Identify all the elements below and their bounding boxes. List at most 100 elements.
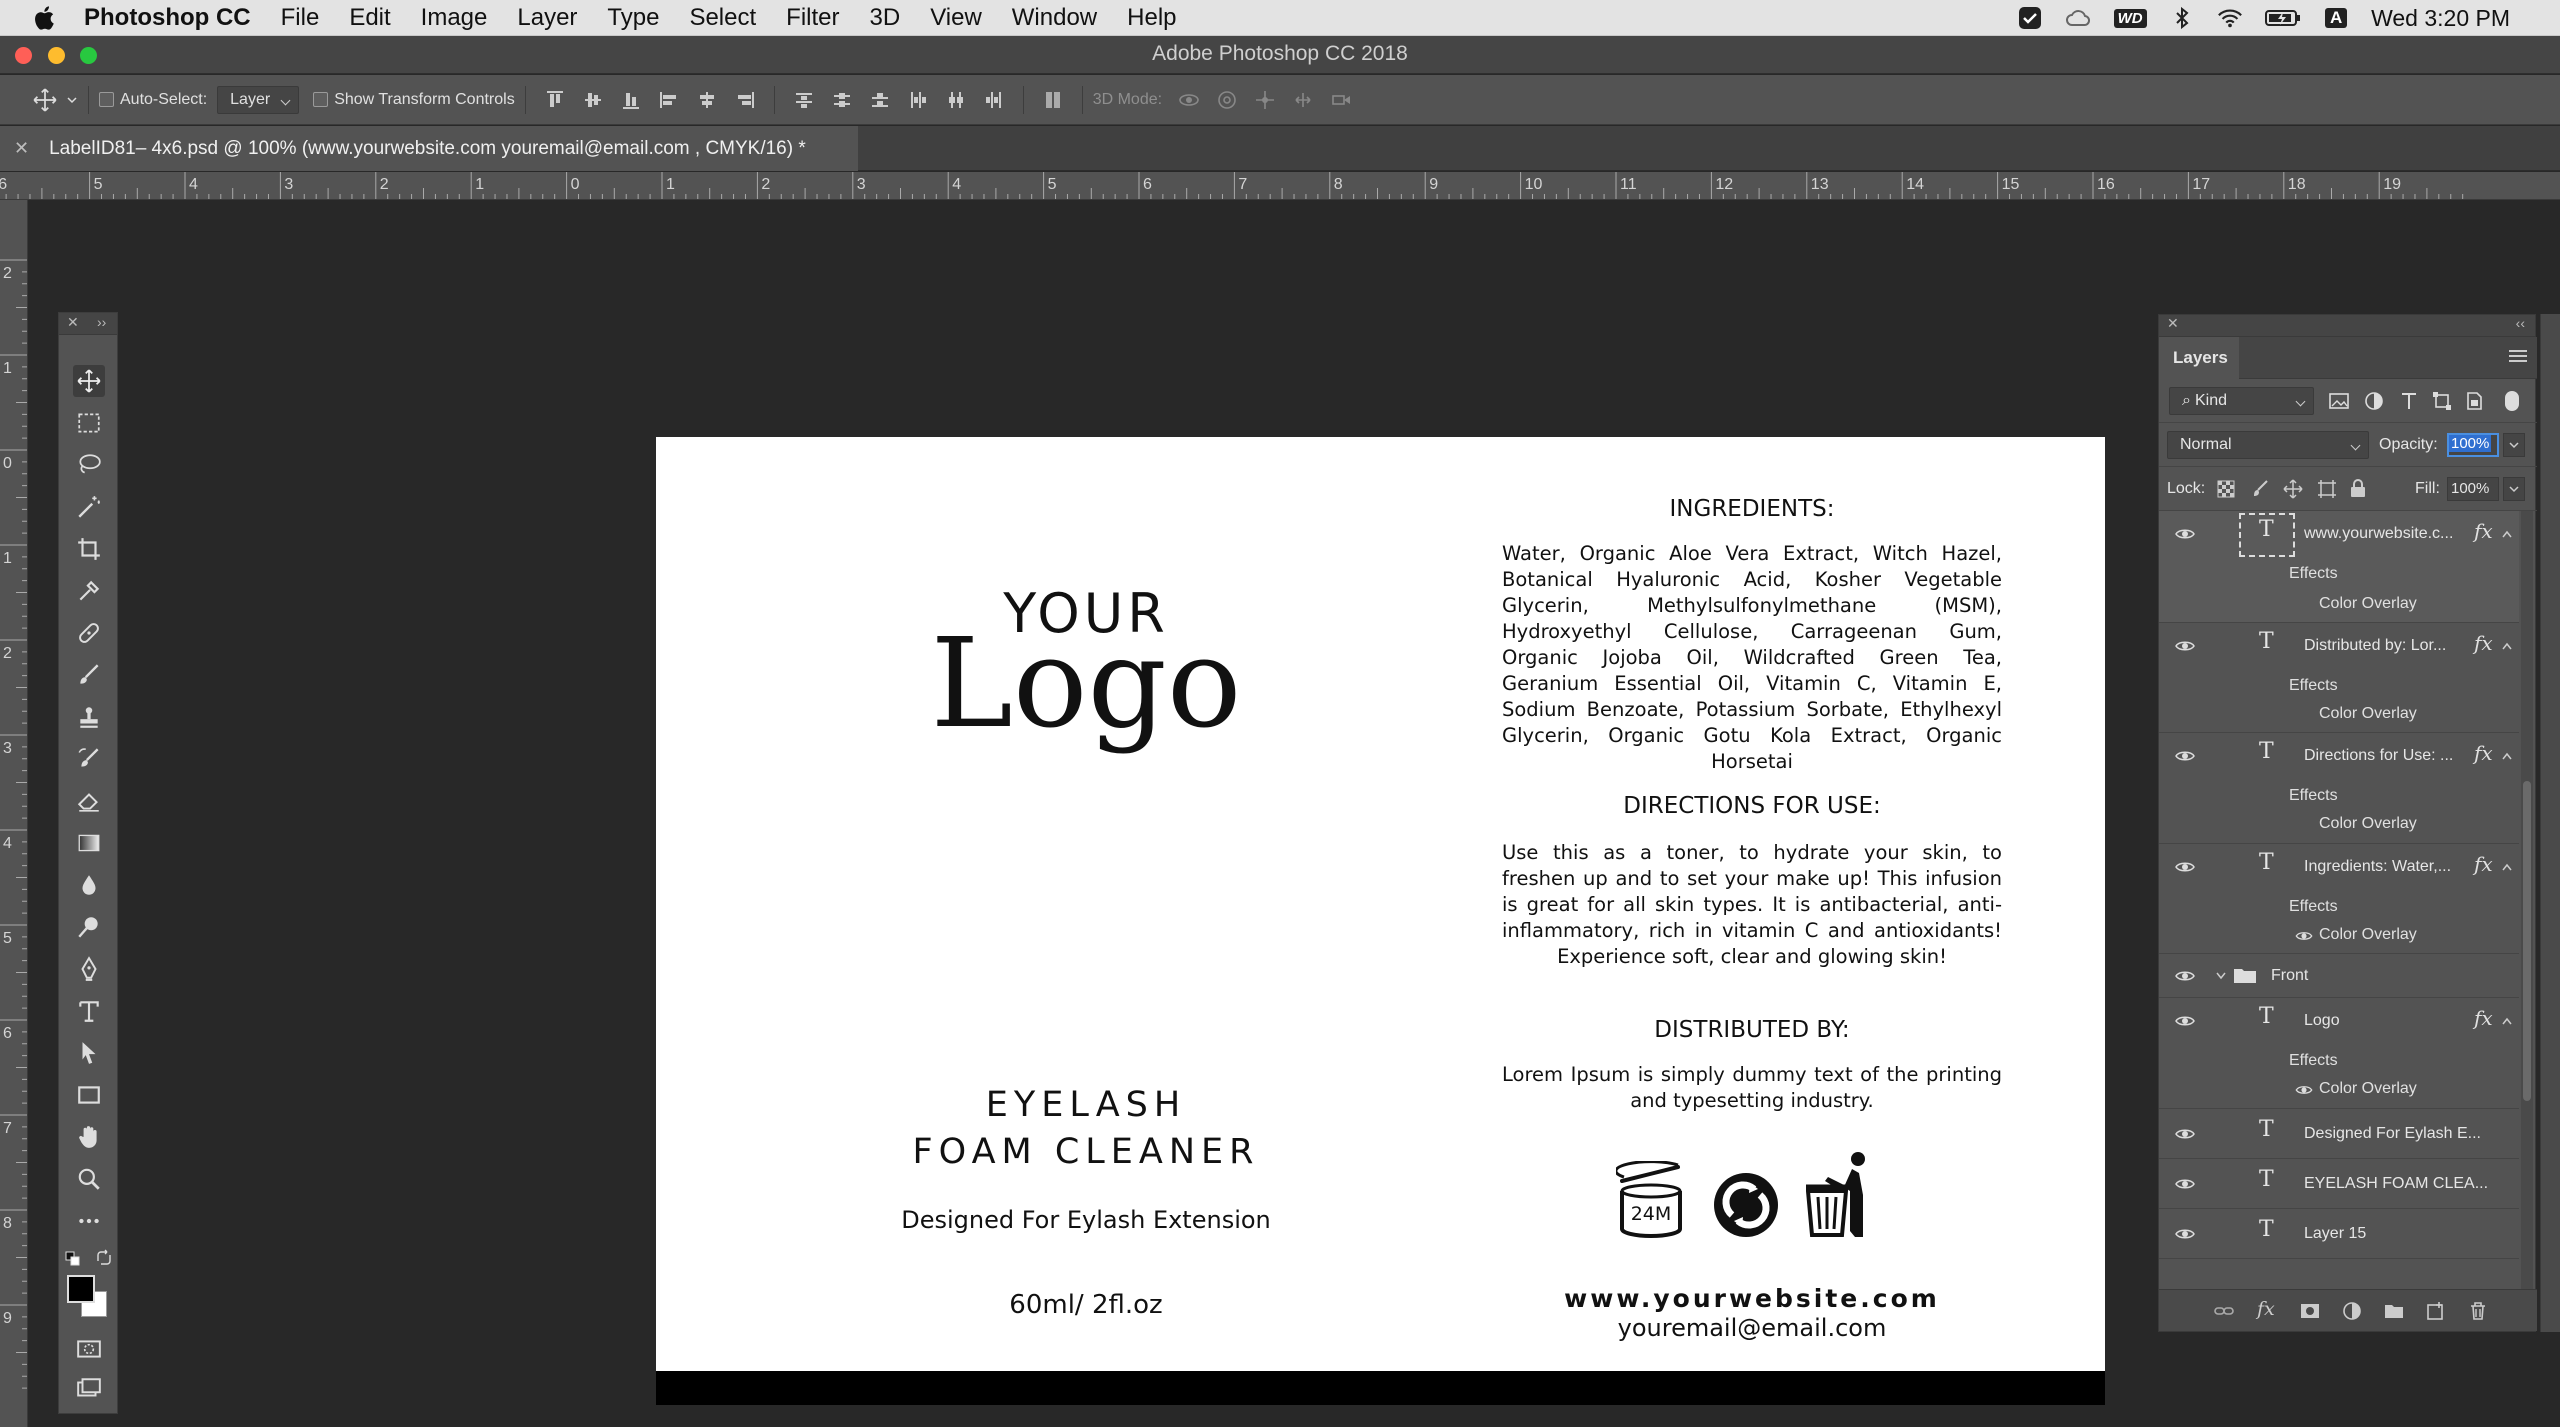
healing-brush-tool[interactable] [73, 617, 105, 649]
layer-fx-badge[interactable]: fx [2474, 631, 2493, 655]
menu-3d[interactable]: 3D [870, 4, 901, 32]
crop-tool[interactable] [73, 533, 105, 565]
layer-row[interactable]: T www.yourwebsite.c... fx Effects Color … [2159, 511, 2519, 623]
3d-roll-icon[interactable] [1216, 89, 1238, 111]
panel-menu-icon[interactable] [2509, 349, 2527, 368]
3d-orbit-icon[interactable] [1178, 89, 1200, 111]
move-tool[interactable] [73, 365, 105, 397]
eraser-tool[interactable] [73, 785, 105, 817]
menu-app-name[interactable]: Photoshop CC [84, 4, 251, 32]
expand-effects-icon[interactable] [2501, 641, 2513, 651]
lasso-tool[interactable] [73, 449, 105, 481]
fill-dropdown-arrow[interactable] [2503, 477, 2525, 501]
menu-window[interactable]: Window [1012, 4, 1097, 32]
visibility-eye-icon[interactable] [2175, 749, 2195, 763]
collapse-panel-icon[interactable]: ›› [97, 314, 106, 330]
vertical-ruler[interactable]: 2 1 0 1 2 3 4 5 6 7 8 9 [0, 200, 28, 1427]
eyedropper-tool[interactable] [73, 575, 105, 607]
opacity-input[interactable]: 100% [2447, 433, 2499, 457]
layer-fx-badge[interactable]: fx [2474, 741, 2493, 765]
lock-all-icon[interactable] [2349, 478, 2367, 498]
layer-name[interactable]: www.yourwebsite.c... [2304, 525, 2453, 543]
add-layer-style-icon[interactable]: fx [2257, 1298, 2279, 1320]
layer-fx-badge[interactable]: fx [2474, 519, 2493, 543]
color-overlay-label[interactable]: Color Overlay [2319, 1080, 2417, 1098]
layer-name[interactable]: Distributed by: Lor... [2304, 637, 2446, 655]
apple-icon[interactable] [30, 3, 60, 33]
tools-panel-header[interactable]: ✕ ›› [59, 313, 117, 335]
show-transform-checkbox[interactable] [313, 92, 329, 107]
visibility-eye-icon[interactable] [2175, 1014, 2195, 1028]
layer-row[interactable]: T Designed For Eylash E... [2159, 1109, 2519, 1159]
layer-name[interactable]: Designed For Eylash E... [2304, 1125, 2481, 1143]
layer-row[interactable]: T Ingredients: Water,... fx Effects Colo… [2159, 844, 2519, 954]
close-panel-icon[interactable]: ✕ [67, 314, 79, 331]
foreground-color-swatch[interactable] [67, 1275, 95, 1303]
layer-name[interactable]: Directions for Use: ... [2304, 747, 2453, 765]
filter-adjustment-icon[interactable] [2364, 391, 2384, 411]
wd-drive-icon[interactable]: WD [2113, 5, 2147, 31]
layer-row[interactable]: T EYELASH FOAM CLEA... [2159, 1159, 2519, 1209]
horizontal-ruler[interactable]: 654321012345678910111213141516171819 [0, 172, 2560, 200]
layer-fx-badge[interactable]: fx [2474, 852, 2493, 876]
group-name[interactable]: Front [2271, 967, 2308, 985]
close-tab-icon[interactable]: ✕ [14, 138, 29, 159]
distribute-top-icon[interactable] [793, 89, 815, 111]
lock-artboard-icon[interactable] [2317, 479, 2337, 499]
group-collapse-chevron-icon[interactable] [2215, 970, 2227, 980]
screen-mode-button[interactable] [73, 1373, 105, 1405]
expand-effects-icon[interactable] [2501, 862, 2513, 872]
quick-mask-button[interactable] [73, 1333, 105, 1365]
zoom-tool[interactable] [73, 1163, 105, 1195]
filter-pixel-icon[interactable] [2329, 392, 2349, 410]
fill-input[interactable]: 100% [2447, 477, 2499, 501]
layers-scrollbar-thumb[interactable] [2523, 781, 2531, 1101]
layer-name[interactable]: Ingredients: Water,... [2304, 858, 2451, 876]
new-group-icon[interactable] [2383, 1300, 2405, 1322]
layers-tab[interactable]: Layers [2159, 337, 2239, 379]
type-tool[interactable] [73, 995, 105, 1027]
layer-name[interactable]: Logo [2304, 1012, 2340, 1030]
lock-transparent-icon[interactable] [2217, 480, 2235, 498]
blend-mode-dropdown[interactable]: Normal [2167, 431, 2369, 459]
checkmark-badge-icon[interactable] [2017, 5, 2043, 31]
swap-colors-icon[interactable] [95, 1249, 113, 1267]
filter-kind-dropdown[interactable]: ⌕ Kind [2169, 387, 2314, 415]
distribute-bottom-icon[interactable] [869, 89, 891, 111]
menubar-clock[interactable]: Wed 3:20 PM [2371, 5, 2510, 32]
expand-effects-icon[interactable] [2501, 529, 2513, 539]
menu-file[interactable]: File [281, 4, 320, 32]
layer-row[interactable]: T Distributed by: Lor... fx Effects Colo… [2159, 623, 2519, 733]
label-artboard[interactable]: YOUR Logo EYELASH FOAM CLEANER Designed … [656, 437, 2105, 1371]
collapse-panel-icon[interactable]: ‹‹ [2516, 315, 2525, 331]
menu-edit[interactable]: Edit [349, 4, 390, 32]
delete-layer-icon[interactable] [2467, 1300, 2489, 1322]
align-vcenter-icon[interactable] [582, 89, 604, 111]
auto-align-icon[interactable] [1042, 89, 1064, 111]
visibility-eye-icon[interactable] [2175, 969, 2195, 983]
3d-slide-icon[interactable] [1292, 89, 1314, 111]
distribute-right-icon[interactable] [983, 89, 1005, 111]
filter-type-icon[interactable] [2399, 391, 2419, 411]
creative-cloud-icon[interactable] [2065, 5, 2091, 31]
color-overlay-label[interactable]: Color Overlay [2319, 815, 2417, 833]
layer-group-row[interactable]: Front [2159, 954, 2519, 998]
layer-name[interactable]: EYELASH FOAM CLEA... [2304, 1175, 2488, 1193]
align-hcenter-icon[interactable] [696, 89, 718, 111]
color-overlay-label[interactable]: Color Overlay [2319, 705, 2417, 723]
3d-scale-icon[interactable] [1330, 89, 1352, 111]
distribute-vcenter-icon[interactable] [831, 89, 853, 111]
align-top-icon[interactable] [544, 89, 566, 111]
blur-tool[interactable] [73, 869, 105, 901]
expand-effects-icon[interactable] [2501, 751, 2513, 761]
align-left-icon[interactable] [658, 89, 680, 111]
color-overlay-label[interactable]: Color Overlay [2319, 595, 2417, 613]
history-brush-tool[interactable] [73, 743, 105, 775]
menu-layer[interactable]: Layer [517, 4, 577, 32]
pen-tool[interactable] [73, 953, 105, 985]
more-tools[interactable] [73, 1205, 105, 1237]
clone-stamp-tool[interactable] [73, 701, 105, 733]
layer-name[interactable]: Layer 15 [2304, 1225, 2366, 1243]
filter-shape-icon[interactable] [2432, 391, 2452, 411]
gradient-tool[interactable] [73, 827, 105, 859]
